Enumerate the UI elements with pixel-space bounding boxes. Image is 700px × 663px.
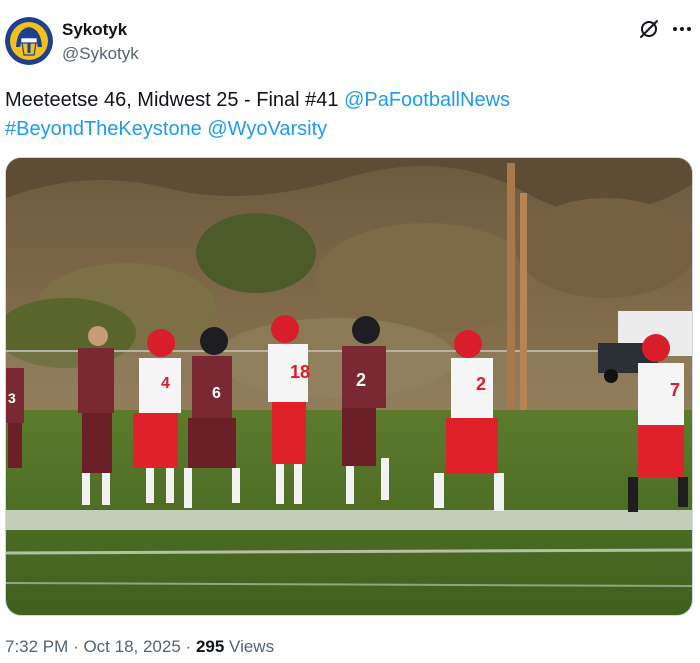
author-name[interactable]: Sykotyk: [62, 20, 127, 40]
football-handshake-photo: 3 4 6 18 2 2 7: [6, 158, 692, 615]
author-handle[interactable]: @Sykotyk: [62, 44, 139, 64]
mention-wyovarsity[interactable]: @WyoVarsity: [207, 118, 327, 140]
meta-separator: ·: [73, 637, 79, 656]
tweet-body-text: Meeteetse 46, Midwest 25 - Final #41: [5, 89, 339, 111]
svg-text:2: 2: [476, 374, 486, 394]
tweet-header: Sykotyk @Sykotyk: [0, 0, 700, 80]
svg-text:7: 7: [670, 380, 680, 400]
svg-text:6: 6: [212, 385, 221, 402]
tweet-meta: 7:32 PM · Oct 18, 2025 · 295 Views: [5, 637, 274, 657]
player-maroon-1: 3: [6, 368, 24, 468]
views-label: Views: [229, 637, 275, 656]
tweet-date[interactable]: Oct 18, 2025: [83, 637, 180, 656]
views-count: 295: [195, 637, 225, 656]
tweet-time[interactable]: 7:32 PM: [5, 637, 68, 656]
tweet-photo[interactable]: 3 4 6 18 2 2 7: [5, 157, 693, 616]
svg-text:2: 2: [356, 370, 366, 390]
grok-icon[interactable]: [638, 18, 660, 40]
svg-text:4: 4: [161, 375, 170, 392]
hashtag-beyondthekeystone[interactable]: #BeyondTheKeystone: [5, 118, 202, 140]
trojans-logo-icon: [5, 17, 53, 65]
svg-text:18: 18: [290, 362, 310, 382]
svg-text:3: 3: [8, 390, 16, 406]
avatar[interactable]: [5, 17, 53, 65]
meta-separator: ·: [185, 637, 192, 656]
tweet-text: Meeteetse 46, Midwest 25 - Final #41 @Pa…: [5, 86, 685, 144]
mention-pafootballnews[interactable]: @PaFootballNews: [344, 89, 510, 111]
more-options-icon[interactable]: [671, 18, 693, 40]
